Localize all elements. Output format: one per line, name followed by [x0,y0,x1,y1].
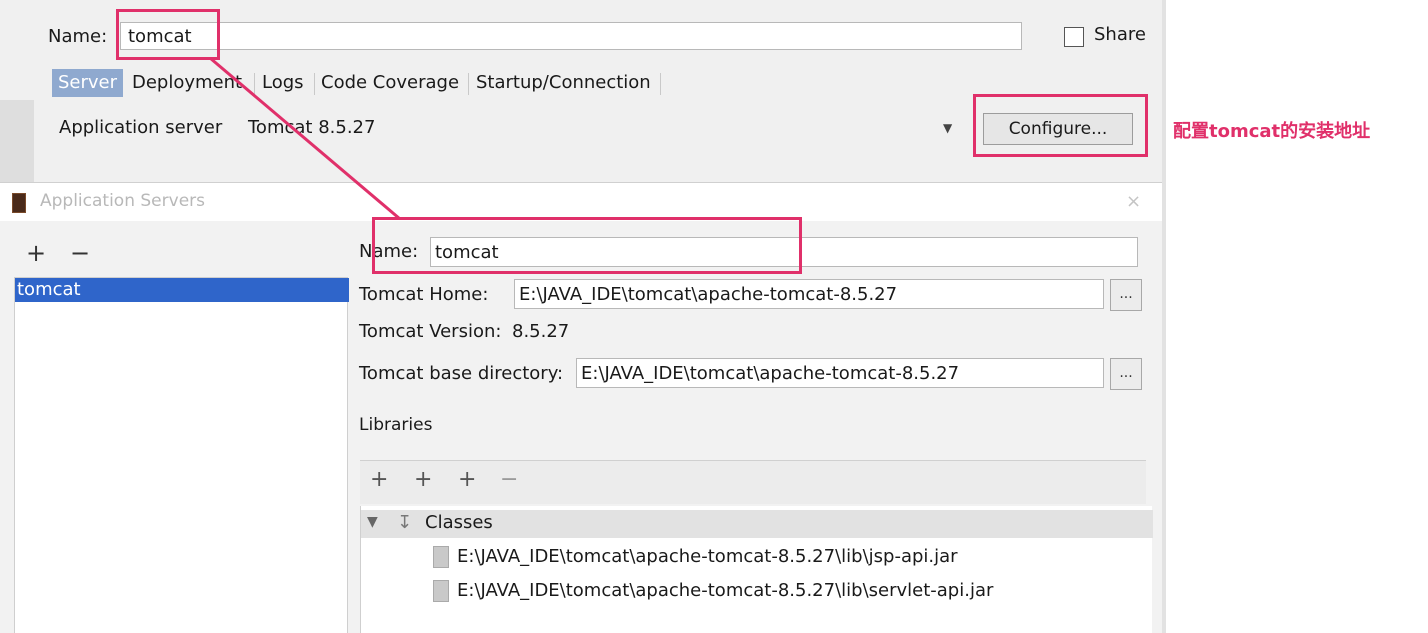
tab-deployment[interactable]: Deployment [126,69,248,97]
classes-folder-icon: ↧ [397,512,413,533]
base-dir-input[interactable]: E:\JAVA_IDE\tomcat\apache-tomcat-8.5.27 [576,358,1104,388]
intellij-app-icon [12,193,26,213]
tab-logs[interactable]: Logs [256,69,310,97]
side-strip [0,100,34,190]
tab-separator [660,73,661,95]
highlight-box-name [116,9,220,60]
app-server-select[interactable]: Tomcat 8.5.27 [248,117,375,138]
tab-server[interactable]: Server [52,69,124,97]
tomcat-home-label: Tomcat Home: [359,284,489,305]
attach-classes-icon[interactable]: + [414,469,432,491]
base-dir-value: E:\JAVA_IDE\tomcat\apache-tomcat-8.5.27 [581,363,960,384]
window-right-border [1162,0,1166,633]
tab-separator [468,73,469,95]
chevron-down-icon[interactable]: ▼ [367,514,378,530]
libraries-tree: ▼ ↧ Classes E:\JAVA_IDE\tomcat\apache-to… [360,506,1153,633]
server-list[interactable]: tomcat [14,277,349,633]
config-name-input[interactable]: tomcat [120,22,1022,50]
dialog-title: Application Servers [40,191,205,211]
app-server-label: Application server [59,117,223,138]
tomcat-version-label: Tomcat Version: [359,321,502,342]
tree-item-jsp-api[interactable]: E:\JAVA_IDE\tomcat\apache-tomcat-8.5.27\… [457,546,958,567]
libraries-label: Libraries [359,415,433,435]
tomcat-home-value: E:\JAVA_IDE\tomcat\apache-tomcat-8.5.27 [519,284,898,305]
chevron-down-icon[interactable]: ▼ [943,121,952,135]
jar-file-icon [433,580,449,602]
share-checkbox[interactable] [1064,27,1084,47]
close-icon[interactable]: × [1126,191,1141,212]
server-list-item-tomcat[interactable]: tomcat [15,278,349,302]
tab-startup-connection[interactable]: Startup/Connection [470,69,657,97]
attach-jar-directories-icon[interactable]: + [458,469,476,491]
jar-file-icon [433,546,449,568]
highlight-box-dialog-name [372,217,802,274]
libraries-toolbar: + + + − [360,460,1146,504]
tab-separator [254,73,255,95]
tree-item-servlet-api[interactable]: E:\JAVA_IDE\tomcat\apache-tomcat-8.5.27\… [457,580,993,601]
tomcat-home-browse-button[interactable]: ... [1110,279,1142,311]
remove-library-icon[interactable]: − [500,469,518,491]
tomcat-version-value: 8.5.27 [512,321,570,342]
share-label: Share [1094,24,1146,45]
tomcat-home-input[interactable]: E:\JAVA_IDE\tomcat\apache-tomcat-8.5.27 [514,279,1104,309]
add-library-icon[interactable]: + [370,469,388,491]
annotation-text: 配置tomcat的安装地址 [1173,121,1371,142]
tree-node-classes[interactable]: ▼ ↧ Classes [361,510,1153,538]
tab-code-coverage[interactable]: Code Coverage [315,69,465,97]
tree-classes-label: Classes [425,512,493,533]
add-server-button[interactable]: + [26,241,46,265]
base-dir-browse-button[interactable]: ... [1110,358,1142,390]
base-dir-label: Tomcat base directory: [359,363,564,384]
name-label: Name: [48,26,108,47]
remove-server-button[interactable]: − [70,241,90,265]
dialog-titlebar: Application Servers × [0,183,1162,221]
highlight-box-configure [973,94,1148,157]
